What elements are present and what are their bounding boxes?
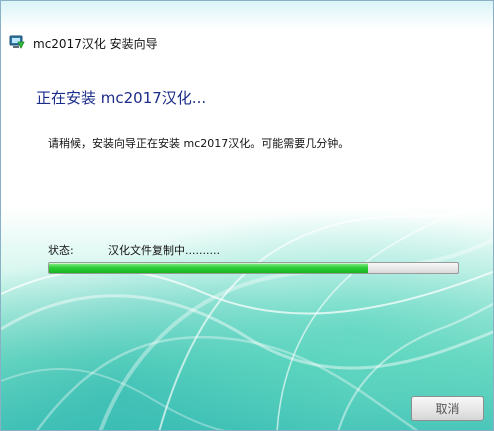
install-progress-fill: [49, 263, 369, 273]
status-text: 汉化文件复制中..........: [108, 244, 220, 257]
background-swirl-art: [1, 195, 493, 430]
installer-monitor-icon: [9, 35, 25, 49]
window-title: mc2017汉化 安装向导: [33, 37, 158, 51]
install-progress-bar: [48, 262, 459, 274]
cancel-button[interactable]: 取消: [411, 396, 484, 421]
title-bar: [1, 1, 493, 29]
status-label: 状态:: [48, 244, 74, 257]
installer-window: mc2017汉化 安装向导 正在安装 mc2017汉化... 请稍候，安装向导正…: [0, 0, 494, 431]
install-heading: 正在安装 mc2017汉化...: [36, 89, 207, 107]
install-description: 请稍候，安装向导正在安装 mc2017汉化。可能需要几分钟。: [48, 137, 350, 150]
